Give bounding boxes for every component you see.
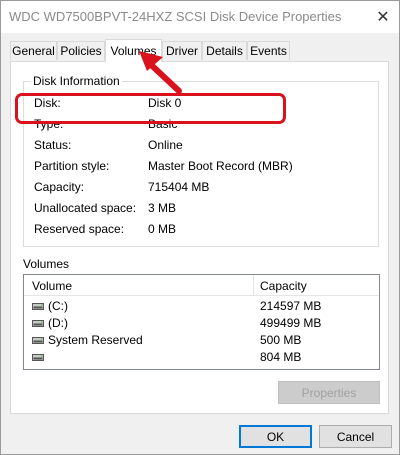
disk-info-row: Status: Online [24, 138, 378, 156]
status-value: Online [148, 138, 183, 152]
disk-info-row: Unallocated space: 3 MB [24, 201, 378, 219]
cancel-button[interactable]: Cancel [319, 425, 392, 448]
disk-info-row: Disk: Disk 0 [24, 96, 378, 114]
ok-button[interactable]: OK [239, 425, 312, 448]
volume-row[interactable]: (D:) 499499 MB [24, 315, 379, 332]
column-header-volume[interactable]: Volume [32, 279, 72, 293]
capacity-label: Capacity: [34, 180, 85, 194]
volume-name: (D:) [48, 316, 68, 330]
tab-label: Events [250, 44, 287, 58]
window-title: WDC WD7500BPVT-24HXZ SCSI Disk Device Pr… [9, 9, 342, 24]
reserved-space-value: 0 MB [148, 222, 177, 236]
disk-info-row: Capacity: 715404 MB [24, 180, 378, 198]
volumes-list-header: Volume Capacity [24, 275, 379, 296]
volume-capacity: 804 MB [260, 350, 302, 364]
ok-button-label: OK [266, 429, 285, 444]
tab-volumes[interactable]: Volumes [105, 39, 162, 62]
volumes-label: Volumes [23, 257, 70, 271]
type-value: Basic [148, 117, 178, 131]
tab-label: Volumes [110, 44, 157, 58]
tab-label: Driver [166, 44, 198, 58]
tab-label: Details [206, 44, 243, 58]
reserved-space-label: Reserved space: [34, 222, 125, 236]
volume-name: (C:) [48, 299, 68, 313]
capacity-value: 715404 MB [148, 180, 210, 194]
drive-icon [32, 303, 44, 310]
column-header-capacity[interactable]: Capacity [260, 279, 307, 293]
close-button[interactable]: ✕ [367, 1, 399, 33]
tab-general[interactable]: General [10, 41, 57, 60]
properties-button[interactable]: Properties [278, 381, 380, 404]
tab-label: Policies [60, 44, 102, 58]
unallocated-space-label: Unallocated space: [34, 201, 137, 215]
volume-row[interactable]: 804 MB [24, 349, 379, 366]
unallocated-space-value: 3 MB [148, 201, 177, 215]
volume-capacity: 214597 MB [260, 299, 322, 313]
partition-style-value: Master Boot Record (MBR) [148, 159, 293, 173]
disk-info-row: Partition style: Master Boot Record (MBR… [24, 159, 378, 177]
properties-dialog: WDC WD7500BPVT-24HXZ SCSI Disk Device Pr… [0, 0, 400, 455]
status-label: Status: [34, 138, 72, 152]
tab-policies[interactable]: Policies [57, 41, 105, 60]
partition-style-label: Partition style: [34, 159, 110, 173]
properties-button-label: Properties [301, 385, 357, 400]
volume-capacity: 499499 MB [260, 316, 322, 330]
tab-events[interactable]: Events [247, 41, 290, 60]
drive-icon [32, 320, 44, 327]
type-label: Type: [34, 117, 64, 131]
volume-row[interactable]: (C:) 214597 MB [24, 298, 379, 315]
volume-capacity: 500 MB [260, 333, 302, 347]
disk-value: Disk 0 [148, 96, 182, 110]
column-divider[interactable] [253, 275, 254, 296]
disk-info-row: Reserved space: 0 MB [24, 222, 378, 240]
volume-name: System Reserved [48, 333, 143, 347]
disk-info-row: Type: Basic [24, 117, 378, 135]
tab-label: General [12, 44, 55, 58]
disk-label: Disk: [34, 96, 61, 110]
disk-information-group: Disk Information Disk: Disk 0 Type: Basi… [23, 74, 379, 247]
drive-icon [32, 354, 44, 361]
cancel-button-label: Cancel [336, 429, 375, 444]
tab-details[interactable]: Details [202, 41, 247, 60]
volume-row[interactable]: System Reserved 500 MB [24, 332, 379, 349]
tab-driver[interactable]: Driver [162, 41, 202, 60]
close-icon: ✕ [376, 9, 390, 26]
title-bar: WDC WD7500BPVT-24HXZ SCSI Disk Device Pr… [1, 1, 399, 33]
disk-information-legend: Disk Information [31, 74, 122, 88]
volumes-list[interactable]: Volume Capacity (C:) 214597 MB (D:) 4994… [23, 274, 380, 370]
drive-icon [32, 337, 44, 344]
